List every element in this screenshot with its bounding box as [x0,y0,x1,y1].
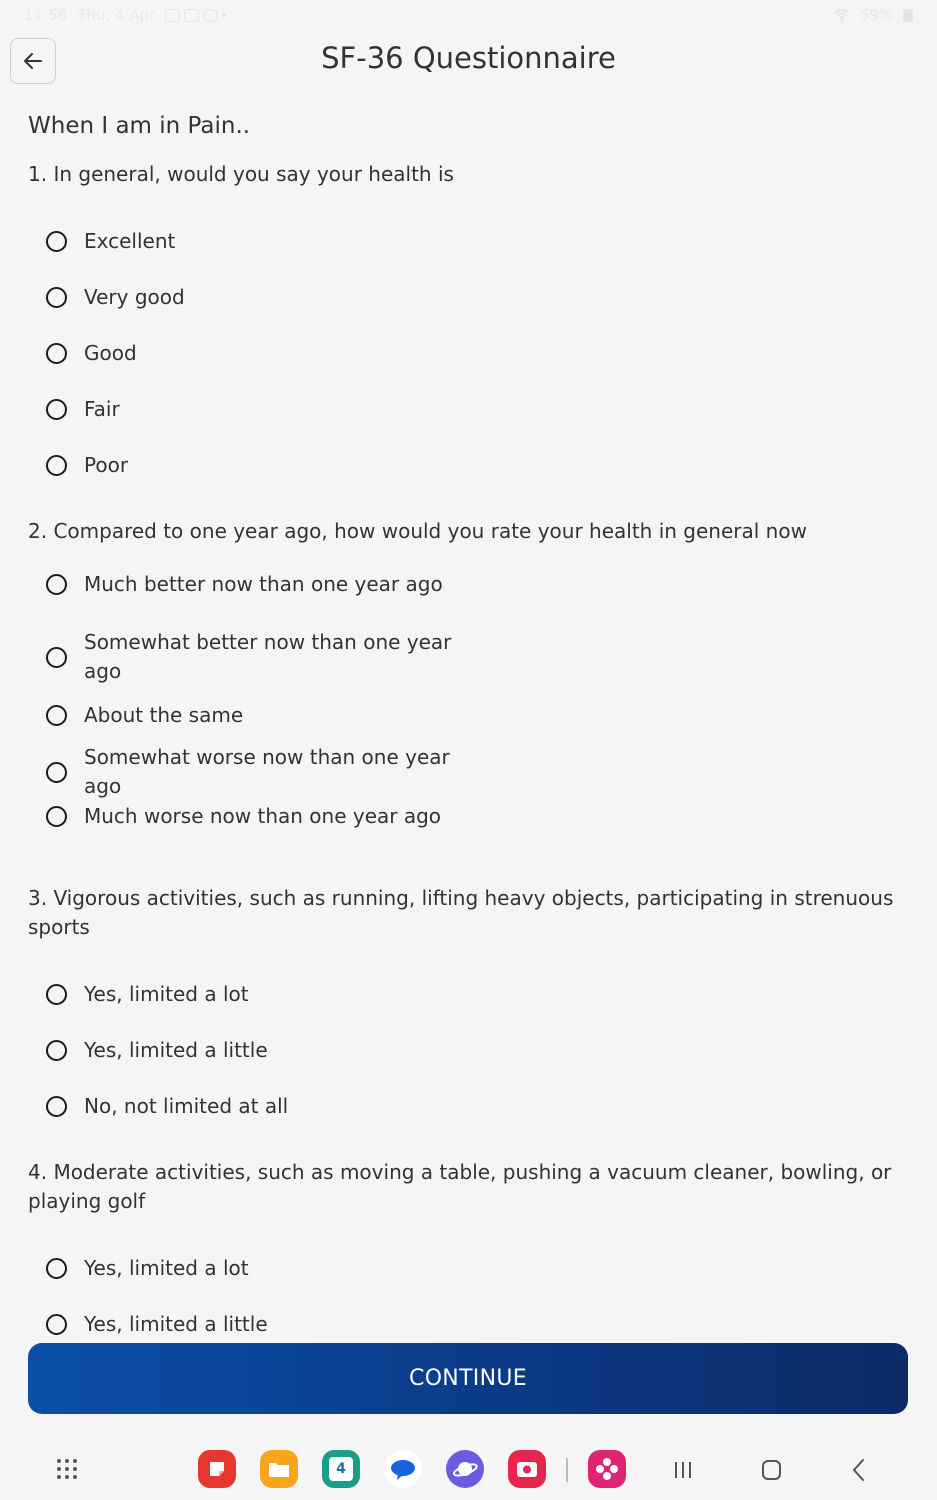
radio-button-icon[interactable] [46,574,67,595]
q2-option-much-better[interactable]: Much better now than one year ago [46,570,443,599]
messages-app-icon[interactable] [384,1450,422,1488]
radio-button-icon[interactable] [46,806,67,827]
q4-option-limited-little[interactable]: Yes, limited a little [46,1310,268,1339]
q2-option-somewhat-worse[interactable]: Somewhat worse now than one year ago [46,743,464,801]
radio-button-icon[interactable] [46,761,67,783]
radio-button-icon[interactable] [46,705,67,726]
home-icon[interactable] [756,1456,786,1484]
question-4-text: 4. Moderate activities, such as moving a… [28,1160,892,1213]
planet-glyph [452,1462,478,1477]
option-label: Good [84,341,137,365]
option-label: Poor [84,453,129,477]
q1-option-good[interactable]: Good [46,339,137,368]
calendar-app-icon[interactable]: 4 [322,1450,360,1488]
q1-option-excellent[interactable]: Excellent [46,227,175,256]
folder-glyph [269,1463,289,1477]
navigation-bar: 4 [0,1440,937,1500]
camera-glyph [517,1462,537,1477]
q2-option-much-worse[interactable]: Much worse now than one year ago [46,802,441,831]
q4-option-limited-lot[interactable]: Yes, limited a lot [46,1254,249,1283]
radio-button-icon[interactable] [46,984,67,1005]
flower-app-icon[interactable] [588,1450,626,1488]
q2-option-about-same[interactable]: About the same [46,701,243,730]
radio-button-icon[interactable] [46,343,67,364]
calendar-app-tile: 4 [322,1450,360,1488]
q1-option-fair[interactable]: Fair [46,395,120,424]
radio-button-icon[interactable] [46,646,67,668]
radio-button-icon[interactable] [46,1040,67,1061]
apps-grid-glyph [57,1459,77,1479]
question-1-text: 1. In general, would you say your health… [28,162,454,186]
notes-app-icon[interactable] [198,1450,236,1488]
flower-app-tile [588,1450,626,1488]
question-3-text: 3. Vigorous activities, such as running,… [28,886,894,939]
q1-option-very-good[interactable]: Very good [46,283,185,312]
radio-button-icon[interactable] [46,1258,67,1279]
radio-button-icon[interactable] [46,287,67,308]
back-nav-icon[interactable] [844,1456,874,1484]
radio-button-icon[interactable] [46,455,67,476]
option-label: Fair [84,397,120,421]
option-label: Somewhat better now than one year ago [84,630,452,683]
option-label: Much better now than one year ago [84,572,443,596]
q3-option-not-limited[interactable]: No, not limited at all [46,1092,288,1121]
internet-app-tile [446,1450,484,1488]
chat-bubble-glyph [391,1460,415,1480]
option-label: Yes, limited a little [84,1038,268,1062]
files-app-icon[interactable] [260,1450,298,1488]
messages-app-tile [384,1450,422,1488]
internet-app-icon[interactable] [446,1450,484,1488]
option-label: Much worse now than one year ago [84,804,442,828]
home-glyph [762,1460,781,1480]
radio-button-icon[interactable] [46,1096,67,1117]
radio-button-icon[interactable] [46,231,67,252]
calendar-day: 4 [329,1457,353,1481]
option-label: Yes, limited a lot [84,982,249,1006]
option-label: Yes, limited a lot [84,1256,249,1280]
radio-button-icon[interactable] [46,1314,67,1335]
recents-icon[interactable] [668,1456,698,1484]
notes-app-tile [198,1450,236,1488]
screen-recorder-app-icon[interactable] [508,1450,546,1488]
back-nav-glyph [852,1459,864,1481]
flower-glyph [596,1458,618,1480]
recents-glyph [675,1462,691,1478]
notes-glyph [210,1462,224,1476]
section-title: When I am in Pain.. [28,113,251,139]
apps-grid-icon[interactable] [52,1454,82,1484]
q2-option-somewhat-better[interactable]: Somewhat better now than one year ago [46,628,464,686]
taskbar-divider [566,1458,568,1482]
option-label: Somewhat worse now than one year ago [84,745,450,798]
q1-option-poor[interactable]: Poor [46,451,128,480]
q3-option-limited-lot[interactable]: Yes, limited a lot [46,980,249,1009]
radio-button-icon[interactable] [46,399,67,420]
continue-button[interactable]: CONTINUE [28,1343,908,1414]
option-label: Yes, limited a little [84,1312,268,1336]
option-label: No, not limited at all [84,1094,289,1118]
option-label: About the same [84,703,244,727]
option-label: Very good [84,285,185,309]
files-app-tile [260,1450,298,1488]
option-label: Excellent [84,229,176,253]
screen-recorder-app-tile [508,1450,546,1488]
question-2-text: 2. Compared to one year ago, how would y… [28,519,807,543]
questionnaire-content[interactable]: When I am in Pain.. 1. In general, would… [0,0,937,1340]
q3-option-limited-little[interactable]: Yes, limited a little [46,1036,268,1065]
